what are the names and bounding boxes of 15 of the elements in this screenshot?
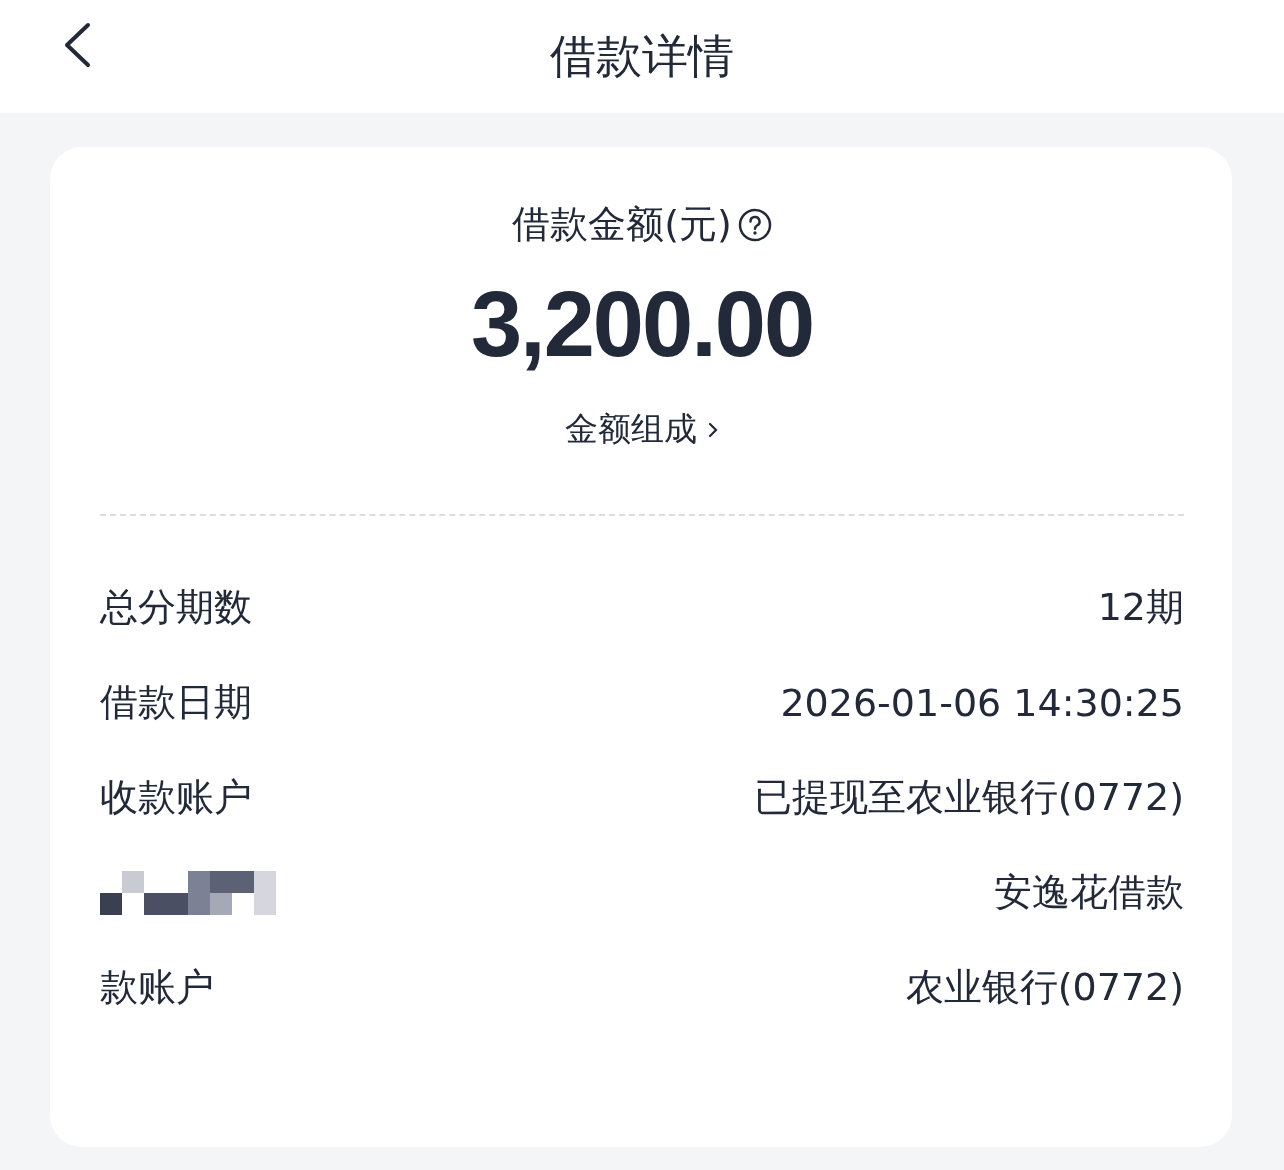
row-value: 安逸花借款 (994, 869, 1184, 916)
row-label: 借款日期 (100, 679, 252, 726)
row-value: 农业银行(0772) (905, 964, 1184, 1011)
row-label: 款账户 (100, 964, 214, 1011)
row-label: 收款账户 (100, 774, 252, 821)
page-title: 借款详情 (550, 27, 734, 85)
amount-breakdown-link[interactable]: 金额组成 (565, 407, 719, 452)
help-icon[interactable] (737, 207, 772, 242)
back-icon[interactable] (62, 22, 92, 68)
amount-label: 借款金额(元) (512, 201, 732, 248)
row-value: 已提现至农业银行(0772) (753, 774, 1184, 821)
row-value: 12期 (1097, 584, 1184, 631)
row-label: 总分期数 (100, 584, 252, 631)
row-value: 2026-01-06 14:30:25 (780, 680, 1184, 725)
loan-amount: 3,200.00 (469, 272, 815, 377)
